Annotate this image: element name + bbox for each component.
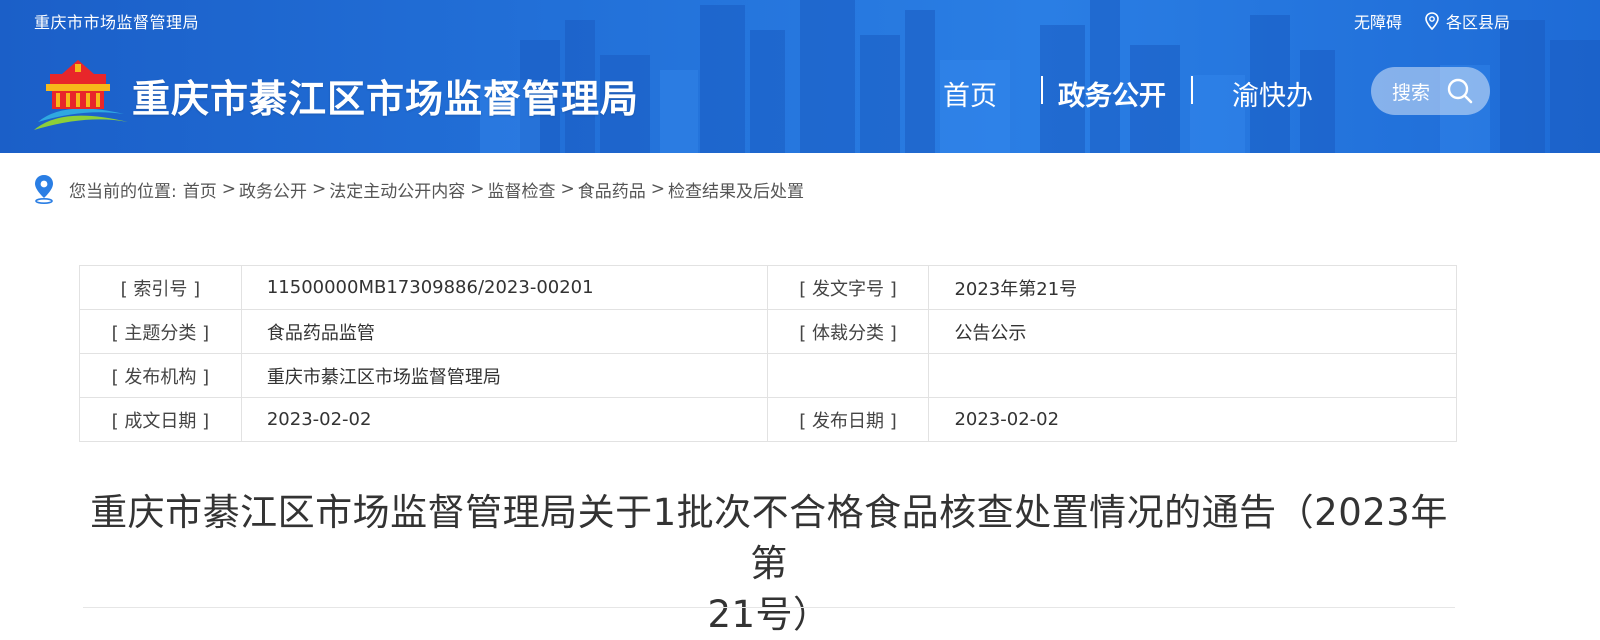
breadcrumb-separator: > xyxy=(470,179,485,199)
parent-agency-title: 重庆市市场监督管理局 xyxy=(34,13,200,32)
site-name[interactable]: 重庆市綦江区市场监督管理局 xyxy=(132,68,639,123)
breadcrumb-separator: > xyxy=(560,179,575,199)
header-utility-links: 无障碍 各区县局 xyxy=(1354,9,1510,33)
nav-item-government-affairs[interactable]: 政务公开 xyxy=(1058,74,1166,113)
topic-category-value: 食品药品监管 xyxy=(240,309,768,354)
breadcrumb-separator: > xyxy=(311,179,327,199)
index-number-label: [ 索引号 ] xyxy=(79,265,242,310)
written-date-label: [ 成文日期 ] xyxy=(79,397,242,442)
emblem-logo-icon[interactable] xyxy=(32,56,130,134)
index-number-value: 11500000MB17309886/2023-00201 xyxy=(240,265,768,310)
topic-category-label: [ 主题分类 ] xyxy=(79,309,242,354)
issuing-agency-label: [ 发布机构 ] xyxy=(79,353,242,398)
search-button[interactable]: 搜索 xyxy=(1371,67,1490,115)
breadcrumb-food-drugs[interactable]: 食品药品 xyxy=(578,177,646,202)
table-row: [ 发布机构 ] 重庆市綦江区市场监督管理局 xyxy=(79,353,1457,398)
districts-link[interactable]: 各区县局 xyxy=(1446,9,1510,33)
publish-date-label: [ 发布日期 ] xyxy=(766,397,930,442)
article-title: 重庆市綦江区市场监督管理局关于1批次不合格食品核查处置情况的通告（2023年第 … xyxy=(80,487,1458,640)
nav-item-yukuaiban[interactable]: 渝快办 xyxy=(1232,74,1313,113)
nav-divider xyxy=(1191,76,1193,104)
breadcrumb-government-affairs[interactable]: 政务公开 xyxy=(239,177,307,202)
document-info-table: [ 索引号 ] 11500000MB17309886/2023-00201 [ … xyxy=(79,265,1457,442)
search-icon xyxy=(1447,78,1473,104)
breadcrumb-inspection-results[interactable]: 检查结果及后处置 xyxy=(668,177,804,202)
breadcrumb-supervision-inspection[interactable]: 监督检查 xyxy=(487,177,555,202)
title-divider xyxy=(83,607,1455,608)
breadcrumb-separator: > xyxy=(650,179,665,199)
document-number-label: [ 发文字号 ] xyxy=(766,265,930,310)
breadcrumb-prefix: 您当前的位置: xyxy=(69,181,177,202)
nav-item-home[interactable]: 首页 xyxy=(943,74,997,113)
search-label: 搜索 xyxy=(1392,81,1431,104)
genre-category-value: 公告公示 xyxy=(928,309,1457,354)
table-row: [ 成文日期 ] 2023-02-02 [ 发布日期 ] 2023-02-02 xyxy=(79,397,1457,442)
breadcrumb-separator: > xyxy=(221,179,236,199)
site-header: 重庆市市场监督管理局 无障碍 各区县局 重庆市綦江区市场监督管理局 首页 政务公… xyxy=(0,0,1600,153)
nav-divider xyxy=(1041,76,1043,104)
breadcrumb: 您当前的位置: 首页 > 政务公开 > 法定主动公开内容 > 监督检查 > 食品… xyxy=(33,174,804,204)
breadcrumb-home[interactable]: 首页 xyxy=(183,177,217,202)
accessibility-link[interactable]: 无障碍 xyxy=(1354,9,1402,33)
table-row: [ 主题分类 ] 食品药品监管 [ 体裁分类 ] 公告公示 xyxy=(79,309,1457,354)
table-row: [ 索引号 ] 11500000MB17309886/2023-00201 [ … xyxy=(79,265,1457,310)
location-marker-icon xyxy=(35,175,53,204)
location-pin-icon xyxy=(1425,12,1439,30)
genre-category-label: [ 体裁分类 ] xyxy=(766,309,930,354)
written-date-value: 2023-02-02 xyxy=(240,397,768,442)
empty-label-cell xyxy=(766,353,930,398)
article-title-line-1: 重庆市綦江区市场监督管理局关于1批次不合格食品核查处置情况的通告（2023年第 xyxy=(90,491,1448,585)
issuing-agency-value: 重庆市綦江区市场监督管理局 xyxy=(240,353,768,398)
breadcrumb-statutory-disclosure[interactable]: 法定主动公开内容 xyxy=(329,177,465,202)
empty-value-cell xyxy=(928,353,1457,398)
publish-date-value: 2023-02-02 xyxy=(928,397,1457,442)
document-number-value: 2023年第21号 xyxy=(928,265,1457,310)
